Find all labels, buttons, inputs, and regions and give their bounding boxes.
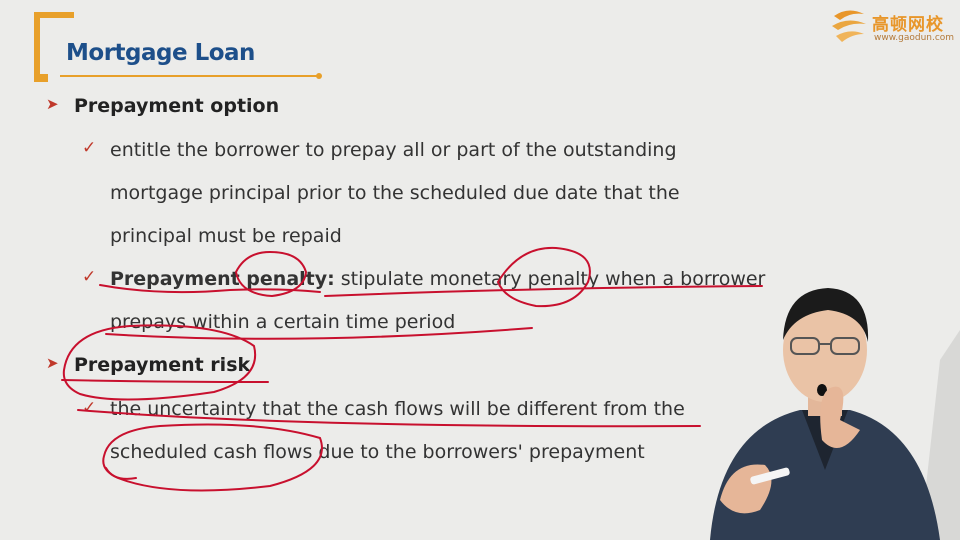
sub-bullet-line: the uncertainty that the cash flows will… — [110, 398, 685, 420]
brand-logo: 高顿网校 www.gaodun.com — [828, 6, 956, 46]
gaodun-logo-icon — [832, 10, 866, 42]
sub-bullet-line: mortgage principal prior to the schedule… — [110, 182, 680, 204]
title-underline — [60, 75, 318, 77]
logo-url: www.gaodun.com — [874, 33, 955, 43]
logo-name: 高顿网校 — [872, 15, 944, 35]
bullet-prepayment-option: Prepayment option — [74, 95, 280, 117]
sub-bullet-line: scheduled cash flows due to the borrower… — [110, 441, 645, 463]
lecture-slide: Mortgage Loan 高顿网校 www.gaodun.com ➤ Prep… — [0, 0, 960, 540]
arrowhead-bullet-icon: ➤ — [46, 354, 59, 372]
sub-bullet-line: entitle the borrower to prepay all or pa… — [110, 139, 677, 161]
sub-bullet-line: prepays within a certain time period — [110, 311, 456, 333]
checkmark-icon: ✓ — [82, 267, 97, 287]
presenter-video-overlay — [710, 288, 960, 540]
title-underline-dot — [316, 73, 322, 79]
title-bracket-foot — [34, 74, 48, 82]
term-prepayment-penalty: Prepayment penalty: — [110, 268, 335, 290]
slide-title: Mortgage Loan — [66, 40, 255, 66]
arrowhead-bullet-icon: ➤ — [46, 95, 59, 113]
checkmark-icon: ✓ — [82, 138, 97, 158]
checkmark-icon: ✓ — [82, 398, 97, 418]
bullet-prepayment-risk: Prepayment risk — [74, 354, 251, 376]
sub-bullet-prepayment-penalty: Prepayment penalty: stipulate monetary p… — [110, 268, 765, 290]
sub-bullet-line: principal must be repaid — [110, 225, 342, 247]
